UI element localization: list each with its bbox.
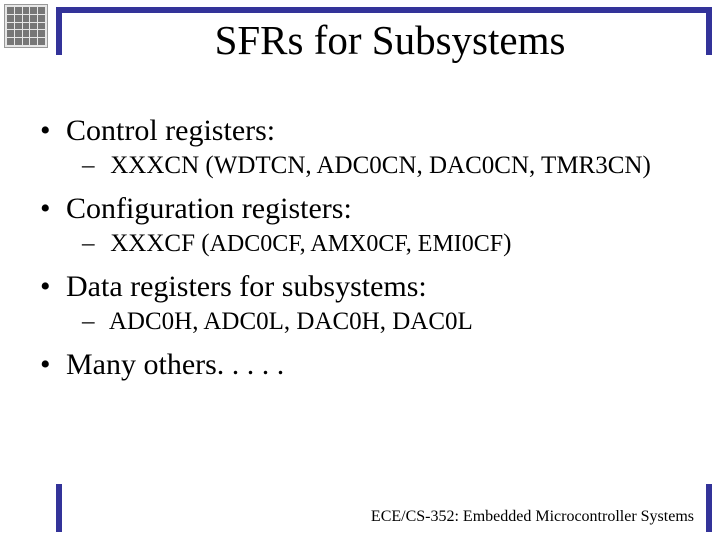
bullet-data: Data registers for subsystems:	[44, 270, 690, 304]
frame-right-upper	[706, 7, 712, 55]
frame-right-lower	[706, 484, 712, 532]
subbullet-data-text: ADC0H, ADC0L, DAC0H, DAC0L	[109, 308, 473, 335]
subbullet-config-small: ADC0CF, AMX0CF, EMI0CF	[210, 231, 504, 257]
chip-icon	[4, 4, 48, 48]
frame-top	[56, 7, 712, 13]
subbullet-config-suffix: )	[503, 230, 511, 257]
subbullet-control-text: XXXCN (WDTCN, ADC0CN, DAC0CN, TMR3CN)	[110, 152, 651, 179]
slide-title: SFRs for Subsystems	[80, 16, 700, 64]
bullet-config: Configuration registers:	[44, 192, 690, 226]
bullet-others: Many others. . . . .	[44, 348, 690, 382]
subbullet-data: ADC0H, ADC0L, DAC0H, DAC0L	[82, 308, 690, 336]
bullet-control: Control registers:	[44, 114, 690, 148]
subbullet-control: XXXCN (WDTCN, ADC0CN, DAC0CN, TMR3CN)	[82, 152, 690, 180]
slide: SFRs for Subsystems Control registers: X…	[0, 0, 720, 540]
frame-left-lower	[56, 484, 62, 532]
footer-text: ECE/CS-352: Embedded Microcontroller Sys…	[371, 508, 694, 526]
content-area: Control registers: XXXCN (WDTCN, ADC0CN,…	[44, 104, 690, 386]
subbullet-config-prefix: XXXCF (	[110, 230, 209, 257]
subbullet-config: XXXCF (ADC0CF, AMX0CF, EMI0CF)	[82, 230, 690, 258]
frame-left-upper	[56, 7, 62, 55]
